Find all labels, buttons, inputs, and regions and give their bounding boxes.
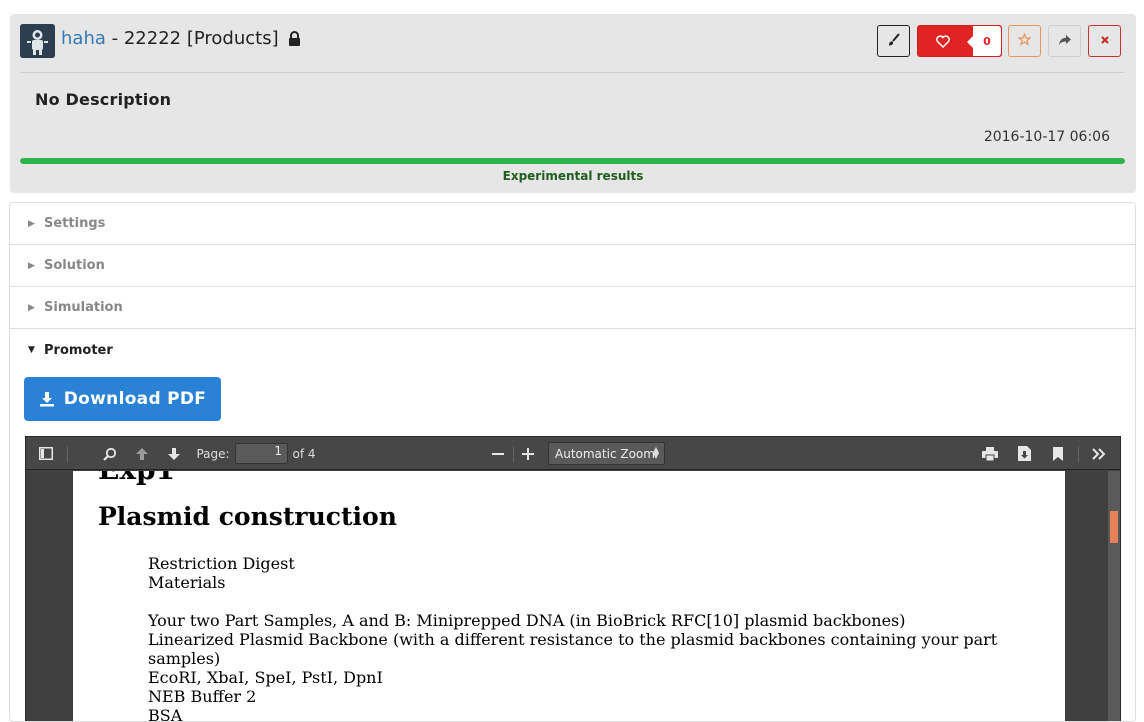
- zoom-select[interactable]: Automatic Zoom ▲ ▼: [548, 442, 665, 465]
- zoom-in-icon[interactable]: [518, 437, 538, 470]
- document-heading: Plasmid construction: [98, 502, 397, 531]
- pdf-scrollbar-thumb[interactable]: [1110, 511, 1118, 543]
- download-icon: [39, 392, 54, 407]
- pdf-scrollbar[interactable]: [1108, 471, 1120, 721]
- zoom-out-icon[interactable]: [488, 437, 508, 470]
- accordion-label: Solution: [44, 258, 105, 273]
- page-title: haha - 22222 [Products]: [61, 27, 301, 53]
- header-panel: haha - 22222 [Products] 0 No Description…: [10, 14, 1136, 193]
- lock-icon: [288, 29, 301, 53]
- accordion-item-simulation[interactable]: ▶ Simulation: [10, 287, 1135, 329]
- page-label: Page:: [196, 446, 230, 461]
- pdf-viewer: Page: 1 of 4 Automatic Zoom ▲ ▼ Plasmid …: [25, 436, 1121, 722]
- download-pdf-button[interactable]: Download PDF: [24, 377, 221, 421]
- project-title: 22222 [Products]: [123, 28, 279, 49]
- star-icon: [1017, 32, 1032, 49]
- progress-label: Experimental results: [502, 169, 644, 183]
- accordion-label: Settings: [44, 216, 106, 231]
- select-arrows-icon: ▲ ▼: [652, 445, 659, 460]
- edit-button[interactable]: [877, 25, 910, 57]
- search-icon[interactable]: [100, 437, 120, 470]
- share-icon: [1058, 34, 1072, 49]
- caret-right-icon: ▶: [28, 260, 35, 271]
- accordion-item-promoter[interactable]: ▼ Promoter: [10, 329, 1135, 371]
- like-count: 0: [967, 26, 1001, 56]
- page-total: of 4: [292, 446, 316, 461]
- avatar[interactable]: [20, 24, 55, 58]
- document-line: EcoRI, XbaI, SpeI, PstI, DpnI: [148, 668, 383, 687]
- document-line: Materials: [148, 573, 226, 592]
- progress-bar: [20, 158, 1125, 164]
- project-description: No Description: [35, 90, 172, 109]
- progress-fill: [20, 158, 1125, 164]
- accordion-item-solution[interactable]: ▶ Solution: [10, 245, 1135, 287]
- accordion-item-settings[interactable]: ▶ Settings: [10, 203, 1135, 245]
- sidebar-toggle-icon[interactable]: [36, 437, 56, 470]
- page-number-input[interactable]: 1: [235, 443, 288, 464]
- document-line: Linearized Plasmid Backbone (with a diff…: [148, 630, 998, 668]
- pdf-page: Exp1 Plasmid construction Restriction Di…: [73, 471, 1065, 722]
- previous-page-icon[interactable]: [132, 437, 152, 470]
- save-document-icon[interactable]: [1014, 437, 1034, 470]
- document-line: BSA: [148, 706, 183, 722]
- bookmark-icon[interactable]: [1048, 437, 1068, 470]
- pdf-toolbar: Page: 1 of 4 Automatic Zoom ▲ ▼: [26, 437, 1120, 470]
- print-icon[interactable]: [980, 437, 1000, 470]
- header-divider: [20, 72, 1125, 73]
- tools-menu-icon[interactable]: [1088, 437, 1110, 470]
- document-previous-heading: Exp1: [98, 471, 175, 486]
- document-body: Restriction Digest Materials Your two Pa…: [148, 554, 1028, 722]
- document-line: Restriction Digest: [148, 554, 295, 573]
- close-button[interactable]: [1088, 25, 1121, 57]
- caret-right-icon: ▶: [28, 218, 35, 229]
- document-line: NEB Buffer 2: [148, 687, 257, 706]
- document-line: Your two Part Samples, A and B: Miniprep…: [148, 611, 906, 630]
- next-page-icon[interactable]: [164, 437, 184, 470]
- brush-icon: [887, 32, 901, 50]
- title-separator: -: [105, 28, 124, 49]
- zoom-value: Automatic Zoom: [555, 446, 655, 461]
- author-link[interactable]: haha: [61, 28, 106, 49]
- accordion-label: Promoter: [44, 342, 113, 358]
- timestamp: 2016-10-17 06:06: [983, 129, 1110, 145]
- accordion: ▶ Settings ▶ Solution ▶ Simulation ▼ Pro…: [9, 202, 1136, 722]
- caret-right-icon: ▶: [28, 302, 35, 313]
- like-button[interactable]: 0: [917, 25, 1002, 57]
- close-icon: [1100, 34, 1110, 48]
- share-button[interactable]: [1048, 25, 1081, 57]
- favorite-button[interactable]: [1008, 25, 1041, 57]
- heart-icon: [918, 34, 968, 48]
- accordion-label: Simulation: [44, 300, 123, 315]
- download-label: Download PDF: [63, 389, 207, 409]
- caret-down-icon: ▼: [28, 345, 35, 355]
